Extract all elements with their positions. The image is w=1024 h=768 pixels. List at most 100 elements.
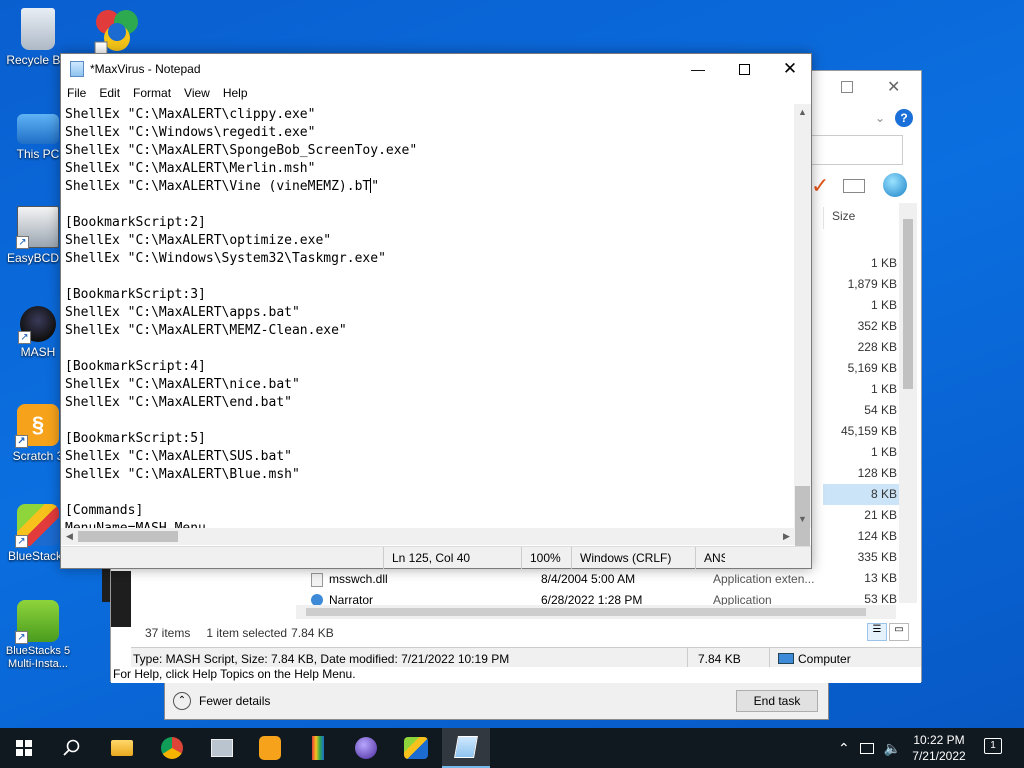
close-button[interactable]: ✕ [767, 54, 813, 84]
easybcd-icon: ↗ [16, 206, 59, 249]
fewer-details-button[interactable]: ⌃ Fewer details [173, 692, 270, 710]
volume-icon[interactable]: 🔈 [884, 740, 901, 757]
clock-time: 10:22 PM [913, 733, 965, 747]
notepad-icon [454, 736, 478, 758]
bluestacks-multi-icon: ↗ [15, 600, 59, 644]
desktop-icon-bluestacks-multi[interactable]: ↗ BlueStacks 5 Multi-Insta... [4, 600, 72, 686]
file-date: 6/28/2022 1:28 PM [541, 593, 643, 606]
scrollbar-thumb[interactable] [306, 608, 866, 616]
menu-view[interactable]: View [178, 84, 217, 104]
size-cell[interactable]: 124 KB [823, 526, 899, 547]
taskbar-file-explorer[interactable] [98, 728, 146, 768]
vertical-scrollbar[interactable]: ▲ ▼ [794, 104, 811, 548]
network-icon[interactable] [859, 742, 874, 754]
file-explorer-icon [111, 740, 133, 756]
size-cell[interactable]: 128 KB [823, 463, 899, 484]
tiles-view-icon[interactable]: ▭ [889, 623, 909, 641]
notification-icon[interactable]: 1 [984, 738, 1002, 754]
size-cell[interactable]: 352 KB [823, 316, 899, 337]
size-cell[interactable]: 1 KB [823, 379, 899, 400]
column-header-size[interactable]: Size [823, 207, 899, 229]
search-button[interactable] [48, 728, 96, 768]
horizontal-scrollbar[interactable]: ◀ ▶ [61, 528, 795, 545]
end-task-button[interactable]: End task [736, 690, 818, 712]
explorer-info-bar: Type: MASH Script, Size: 7.84 KB, Date m… [131, 647, 921, 670]
bluestacks-icon [404, 737, 428, 759]
taskbar-paint[interactable] [294, 728, 342, 768]
details-view-icon[interactable]: ☰ [867, 623, 887, 641]
size-cell[interactable]: 1 KB [823, 442, 899, 463]
colorful-app-icon[interactable] [94, 8, 140, 55]
start-button[interactable] [0, 728, 48, 768]
text-line: [BookmarkScript:2] [65, 215, 206, 230]
window-title: *MaxVirus - Notepad [90, 62, 201, 76]
taskbar: ⌃ 🔈 10:22 PM 7/21/2022 1 [0, 728, 1024, 768]
explorer-horizontal-scrollbar[interactable] [296, 605, 896, 619]
text-line: ShellEx "C:\MaxALERT\Blue.msh" [65, 467, 300, 482]
taskbar-computer-app[interactable] [198, 728, 246, 768]
taskbar-bluestacks[interactable] [392, 728, 440, 768]
notepad-icon [70, 61, 84, 77]
help-icon[interactable]: ? [895, 109, 913, 127]
scratch-icon: § ↗ [15, 404, 59, 448]
file-row-narrator[interactable]: Narrator 6/28/2022 1:28 PM Application [311, 590, 911, 606]
size-cell[interactable]: 45,159 KB [823, 421, 899, 442]
explorer-vertical-scrollbar[interactable] [899, 203, 917, 603]
text-line [65, 268, 797, 286]
taskbar-chrome[interactable] [148, 728, 196, 768]
explorer-toolbar: ✓ [811, 173, 921, 201]
envelope-icon[interactable] [843, 179, 865, 193]
size-cell[interactable]: 8 KB [823, 484, 899, 505]
menu-edit[interactable]: Edit [93, 84, 127, 104]
scrollbar-thumb[interactable] [78, 531, 178, 542]
size-cell[interactable]: 1 KB [823, 295, 899, 316]
size-cell[interactable]: 1 KB [823, 253, 899, 274]
clock[interactable]: 10:22 PM 7/21/2022 [908, 732, 970, 764]
notepad-window: *MaxVirus - Notepad — ✕ File Edit Format… [60, 53, 812, 569]
text-line: ShellEx "C:\MaxALERT\end.bat" [65, 395, 292, 410]
text-line: ShellEx "C:\MaxALERT\optimize.exe" [65, 233, 332, 248]
text-line: ShellEx "C:\MaxALERT\MEMZ-Clean.exe" [65, 323, 347, 338]
view-toggle: ☰ ▭ [867, 623, 909, 641]
shortcut-arrow-icon: ↗ [15, 631, 28, 644]
text-line [65, 340, 797, 358]
scroll-right-icon[interactable]: ▶ [778, 528, 795, 545]
explorer-close-button[interactable]: ✕ [887, 77, 900, 97]
search-input[interactable] [811, 135, 903, 165]
menu-file[interactable]: File [61, 84, 93, 104]
size-cell[interactable]: 1,879 KB [823, 274, 899, 295]
taskbar-mash-agent[interactable] [342, 728, 390, 768]
explorer-maximize-button[interactable] [841, 81, 853, 93]
paint-icon [312, 736, 324, 760]
size-cell[interactable]: 54 KB [823, 400, 899, 421]
scrollbar-thumb[interactable] [903, 219, 913, 389]
shortcut-arrow-icon: ↗ [15, 435, 28, 448]
computer-icon [778, 653, 794, 664]
size-cell[interactable]: 21 KB [823, 505, 899, 526]
size-cell[interactable]: 5,169 KB [823, 358, 899, 379]
scroll-left-icon[interactable]: ◀ [61, 528, 78, 545]
scroll-up-icon[interactable]: ▲ [794, 104, 811, 121]
checkmark-icon[interactable]: ✓ [811, 175, 829, 197]
text-line: ShellEx "C:\MaxALERT\SpongeBob_ScreenToy… [65, 143, 418, 158]
file-name: Narrator [329, 593, 374, 606]
maximize-button[interactable] [721, 54, 767, 84]
shortcut-arrow-icon: ↗ [16, 236, 29, 249]
menu-help[interactable]: Help [217, 84, 255, 104]
menu-format[interactable]: Format [127, 84, 178, 104]
scroll-down-icon[interactable]: ▼ [794, 511, 811, 528]
help-text: For Help, click Help Topics on the Help … [111, 667, 921, 683]
size-cell[interactable]: 335 KB [823, 547, 899, 568]
text-line [65, 484, 797, 502]
text-editor-area[interactable]: ShellEx "C:\MaxALERT\clippy.exe" ShellEx … [65, 106, 797, 582]
taskbar-scratch[interactable] [246, 728, 294, 768]
size-cell[interactable]: 228 KB [823, 337, 899, 358]
taskbar-notepad[interactable] [442, 728, 490, 768]
clock-date: 7/21/2022 [912, 749, 966, 763]
text-line: ShellEx "C:\MaxALERT\Merlin.msh" [65, 161, 316, 176]
globe-icon[interactable] [883, 173, 907, 197]
minimize-button[interactable]: — [675, 54, 721, 84]
chevron-down-icon[interactable]: ⌄ [875, 111, 885, 125]
chevron-up-icon[interactable]: ⌃ [838, 740, 850, 757]
mash-agent-icon [355, 737, 377, 759]
